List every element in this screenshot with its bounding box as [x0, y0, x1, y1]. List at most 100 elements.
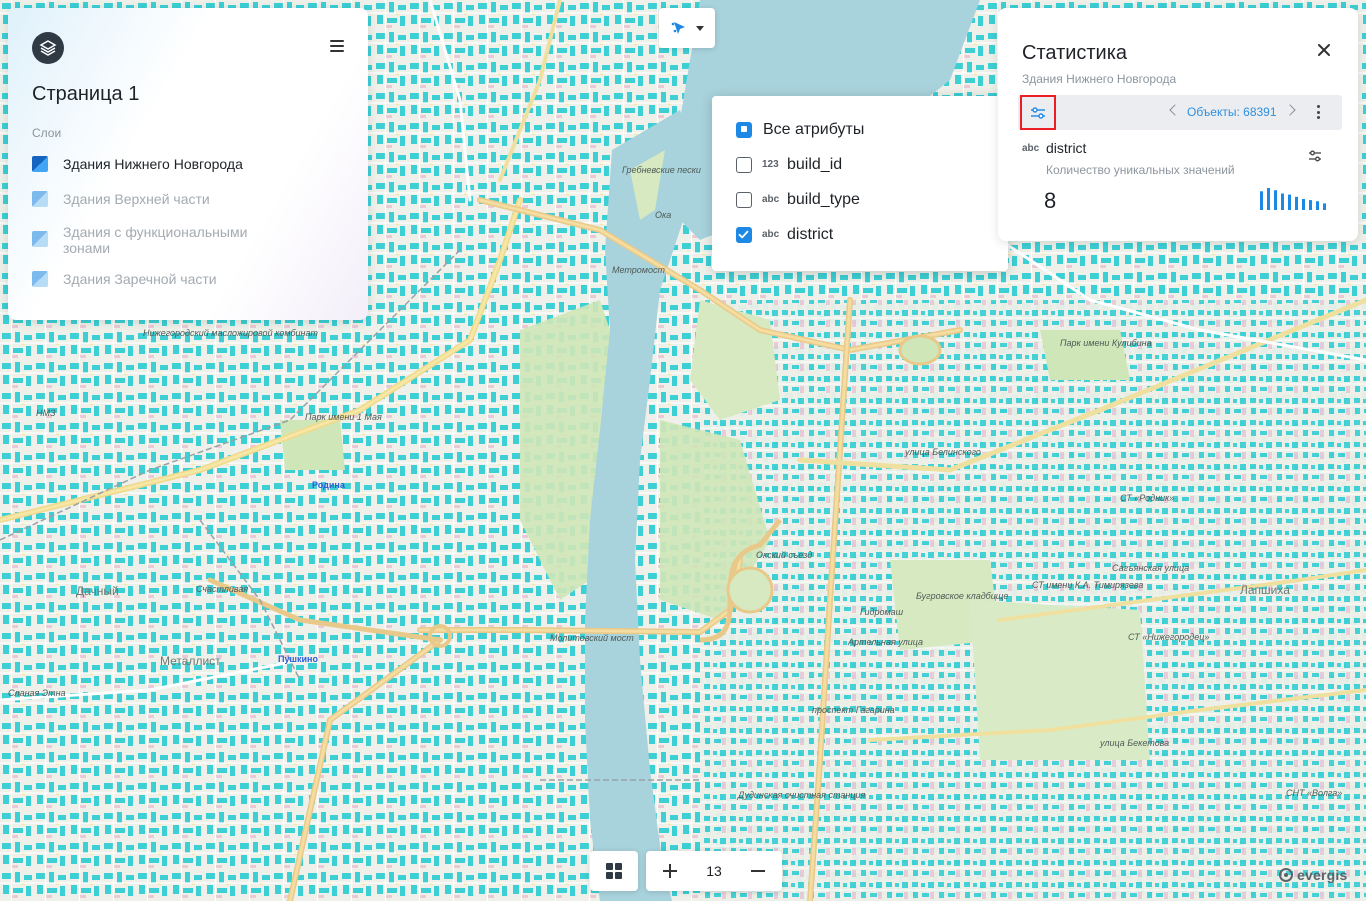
- zoom-control: 13: [646, 851, 782, 891]
- map-label: НМЗ: [36, 408, 56, 418]
- checkbox-all-attributes[interactable]: [736, 121, 752, 138]
- map-label: улица Белинского: [905, 447, 981, 457]
- layer-label: Здания Заречной части: [63, 271, 217, 287]
- app-logo-icon[interactable]: [32, 32, 64, 64]
- checkbox-build-type[interactable]: [736, 191, 752, 208]
- map-label: СТ имени К.А. Тимирязева: [1032, 580, 1144, 590]
- values-histogram: [1260, 188, 1326, 210]
- attribute-label: build_id: [787, 155, 843, 173]
- zoom-level: 13: [706, 863, 722, 879]
- zoom-out-button[interactable]: [736, 851, 780, 891]
- zoom-in-button[interactable]: [648, 851, 692, 891]
- map-label: проспект Гагарина: [812, 705, 895, 715]
- layer-label: Здания Верхней части: [63, 191, 210, 207]
- layer-item-nizhny-novgorod[interactable]: Здания Нижнего Новгорода: [32, 156, 332, 172]
- sliders-icon: [1031, 106, 1045, 119]
- map-label: Парк имени Кулибина: [1060, 338, 1152, 348]
- map-label: улица Бекетова: [1100, 738, 1170, 748]
- map-label: СНТ «Волга»: [1286, 788, 1343, 798]
- map-label: Металлист: [160, 654, 221, 668]
- histogram-bar: [1295, 196, 1298, 210]
- chevron-down-icon: [696, 25, 704, 31]
- page-title: Страница 1: [32, 83, 140, 105]
- minus-icon: [751, 870, 765, 872]
- map-label: СТ «Нижегородец»: [1128, 632, 1210, 642]
- attribute-option-all[interactable]: Все атрибуты: [712, 112, 1008, 147]
- map-label: Счастливая: [196, 584, 249, 594]
- histogram-bar: [1274, 190, 1277, 210]
- layers-heading: Слои: [32, 126, 62, 140]
- checkbox-build-id[interactable]: [736, 156, 752, 173]
- checkbox-district[interactable]: [736, 226, 752, 243]
- more-vertical-icon[interactable]: [1316, 105, 1320, 119]
- brand-mark-icon: [1279, 868, 1293, 882]
- check-icon: [738, 230, 749, 238]
- map-label: Пушкино: [278, 654, 318, 664]
- brand-logo: evergis: [1279, 865, 1355, 885]
- layer-label: Здания с функциональными зонами: [63, 224, 248, 256]
- brand-name: evergis: [1297, 867, 1348, 883]
- unique-values-count: 8: [1044, 188, 1057, 213]
- layer-swatch-icon: [32, 156, 48, 172]
- histogram-bar: [1323, 203, 1326, 210]
- attributes-dropdown: Все атрибуты 123 build_id abc build_type…: [712, 96, 1008, 271]
- type-tag: abc: [762, 194, 780, 205]
- map-label: Гребневские пески: [622, 165, 701, 175]
- histogram-bar: [1281, 193, 1284, 210]
- layer-swatch-icon: [32, 231, 48, 247]
- statistics-layer-name: Здания Нижнего Новгорода: [1022, 72, 1177, 86]
- statistics-panel: Статистика Здания Нижнего Новгорода Объе…: [998, 8, 1358, 241]
- attribute-label: Все атрибуты: [763, 120, 865, 138]
- layer-label: Здания Нижнего Новгорода: [63, 156, 243, 172]
- histogram-bar: [1309, 200, 1312, 210]
- type-tag: abc: [762, 229, 780, 240]
- chevron-left-icon[interactable]: [1169, 104, 1181, 116]
- attribute-label: district: [787, 225, 834, 243]
- project-panel: Страница 1 Слои Здания Нижнего Новгорода…: [8, 8, 368, 320]
- layer-item-functional-zones[interactable]: Здания с функциональными зонами: [32, 224, 262, 256]
- map-label: Нижегородский масложировой комбинат: [143, 328, 319, 338]
- histogram-bar: [1267, 188, 1270, 210]
- attribute-option-build-id[interactable]: 123 build_id: [712, 147, 1008, 182]
- map-label: Дачный: [76, 584, 119, 598]
- map-label: Молитовский мост: [550, 633, 634, 643]
- field-name: district: [1046, 140, 1087, 156]
- histogram-bar: [1316, 201, 1319, 210]
- basemap-grid-button[interactable]: [590, 851, 638, 891]
- pointer-icon: [671, 22, 685, 34]
- statistics-toolbar: Объекты: 68391: [1018, 95, 1342, 130]
- map-label: Окский съезд: [756, 550, 813, 560]
- layer-swatch-icon: [32, 271, 48, 287]
- histogram-bar: [1288, 194, 1291, 210]
- map-label: Артельная улица: [848, 637, 924, 647]
- map-label: Родина: [312, 480, 345, 490]
- menu-icon[interactable]: [330, 40, 344, 52]
- field-settings-icon[interactable]: [1308, 150, 1322, 162]
- attribute-option-district[interactable]: abc district: [712, 217, 1008, 252]
- attribute-label: build_type: [787, 190, 860, 208]
- layer-item-upper-part[interactable]: Здания Верхней части: [32, 191, 332, 207]
- map-label: Лапшиха: [1240, 583, 1290, 597]
- field-type-tag: abc: [1022, 143, 1040, 154]
- map-label: Дудинская очистная станция: [738, 790, 866, 800]
- map-label: Метромост: [612, 265, 665, 275]
- grid-icon: [606, 863, 622, 879]
- filter-settings-button[interactable]: [1020, 95, 1056, 130]
- close-icon[interactable]: [1316, 42, 1332, 58]
- map-label: Бугровское кладбище: [916, 591, 1009, 601]
- map-label: Парк имени 1 Мая: [305, 412, 382, 422]
- select-tool-button[interactable]: [659, 8, 715, 48]
- map-label: Ока: [655, 210, 672, 220]
- map-label: Гидромаш: [860, 607, 904, 617]
- chevron-right-icon[interactable]: [1284, 104, 1296, 116]
- attribute-option-build-type[interactable]: abc build_type: [712, 182, 1008, 217]
- statistics-title: Статистика: [1022, 42, 1128, 64]
- field-description: Количество уникальных значений: [1046, 163, 1235, 177]
- histogram-bar: [1260, 191, 1263, 210]
- plus-icon: [663, 864, 677, 878]
- layer-swatch-icon: [32, 191, 48, 207]
- type-tag: 123: [762, 159, 779, 170]
- histogram-bar: [1302, 199, 1305, 210]
- layer-item-zarechnaya-part[interactable]: Здания Заречной части: [32, 271, 332, 287]
- objects-count[interactable]: Объекты: 68391: [1187, 105, 1277, 119]
